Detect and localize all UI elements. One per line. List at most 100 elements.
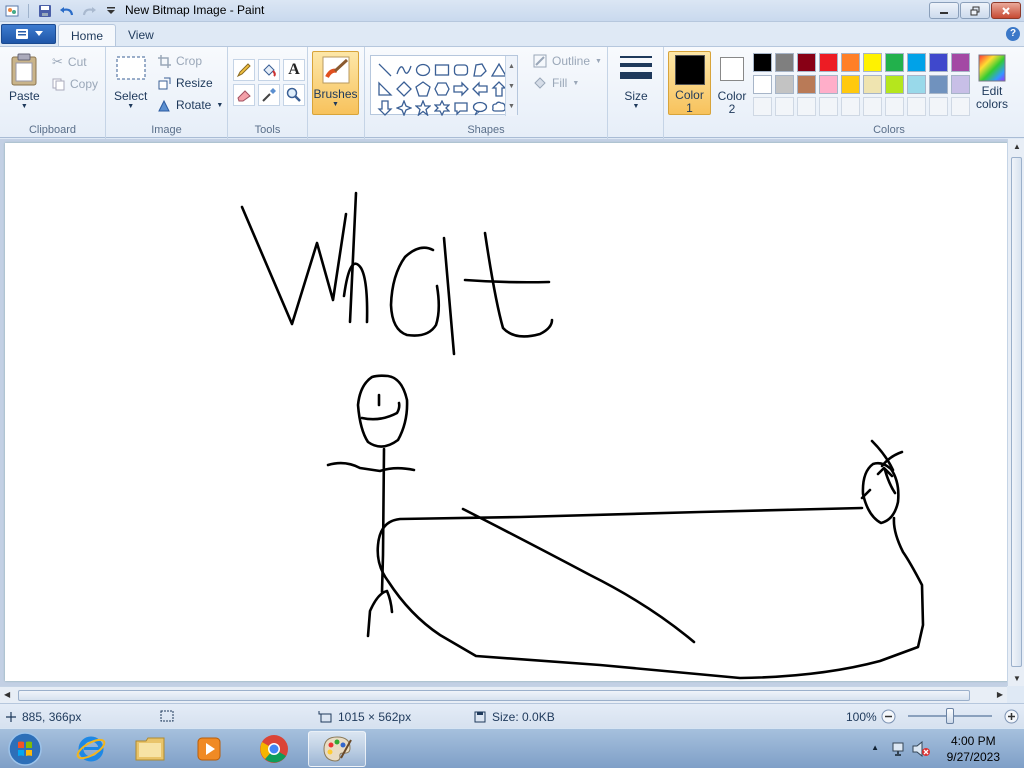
palette-swatch[interactable] bbox=[929, 53, 948, 72]
fill-bucket-icon[interactable] bbox=[258, 59, 280, 81]
rounded-callout-shape-icon[interactable] bbox=[451, 98, 470, 117]
cut-button[interactable]: ✂ Cut bbox=[52, 54, 87, 70]
palette-swatch[interactable] bbox=[753, 75, 772, 94]
show-hidden-icons[interactable]: ▲ bbox=[871, 743, 879, 752]
hexagon-shape-icon[interactable] bbox=[432, 79, 451, 98]
palette-swatch[interactable] bbox=[907, 53, 926, 72]
custom-color-slot[interactable] bbox=[863, 97, 882, 116]
vertical-scrollbar[interactable]: ▲ ▼ bbox=[1007, 139, 1024, 686]
close-button[interactable] bbox=[991, 2, 1021, 19]
resize-button[interactable]: Resize bbox=[158, 76, 213, 90]
undo-icon[interactable] bbox=[59, 3, 75, 19]
five-point-star-shape-icon[interactable] bbox=[413, 98, 432, 117]
zoom-in-button[interactable] bbox=[1004, 709, 1019, 724]
pentagon-shape-icon[interactable] bbox=[413, 79, 432, 98]
palette-swatch[interactable] bbox=[819, 75, 838, 94]
scroll-up-icon[interactable]: ▲ bbox=[1013, 142, 1021, 151]
network-icon[interactable] bbox=[892, 741, 908, 757]
minimize-button[interactable] bbox=[929, 2, 959, 19]
custom-color-slot[interactable] bbox=[797, 97, 816, 116]
taskbar-media-player[interactable] bbox=[182, 731, 236, 767]
diamond-shape-icon[interactable] bbox=[394, 79, 413, 98]
outline-button[interactable]: Outline ▼ bbox=[533, 54, 602, 68]
zoom-out-button[interactable] bbox=[881, 709, 896, 724]
size-button[interactable]: Size ▼ bbox=[618, 53, 654, 110]
custom-color-slot[interactable] bbox=[819, 97, 838, 116]
shapes-scroll[interactable]: ▲ ▼ ▼ bbox=[505, 56, 517, 116]
rounded-rectangle-shape-icon[interactable] bbox=[451, 60, 470, 79]
taskbar-file-explorer[interactable] bbox=[123, 731, 177, 767]
horizontal-scroll-thumb[interactable] bbox=[18, 690, 970, 701]
paint-app-icon[interactable] bbox=[4, 3, 20, 19]
paste-button[interactable]: Paste ▼ bbox=[9, 53, 40, 110]
custom-color-slot[interactable] bbox=[929, 97, 948, 116]
palette-swatch[interactable] bbox=[885, 75, 904, 94]
custom-color-slot[interactable] bbox=[775, 97, 794, 116]
help-icon[interactable]: ? bbox=[1006, 27, 1020, 41]
rotate-button[interactable]: Rotate ▼ bbox=[158, 98, 223, 112]
palette-swatch[interactable] bbox=[775, 75, 794, 94]
right-triangle-shape-icon[interactable] bbox=[375, 79, 394, 98]
start-button[interactable] bbox=[0, 731, 50, 767]
pencil-icon[interactable] bbox=[233, 59, 255, 81]
palette-swatch[interactable] bbox=[951, 53, 970, 72]
text-tool-icon[interactable]: A bbox=[283, 59, 305, 81]
custom-color-slot[interactable] bbox=[841, 97, 860, 116]
tab-home[interactable]: Home bbox=[58, 24, 117, 46]
color-picker-icon[interactable] bbox=[258, 84, 280, 106]
right-arrow-shape-icon[interactable] bbox=[451, 79, 470, 98]
clock[interactable]: 4:00 PM 9/27/2023 bbox=[947, 733, 1000, 765]
custom-color-slot[interactable] bbox=[951, 97, 970, 116]
rectangle-shape-icon[interactable] bbox=[432, 60, 451, 79]
curve-shape-icon[interactable] bbox=[394, 60, 413, 79]
vertical-scroll-thumb[interactable] bbox=[1011, 157, 1022, 667]
palette-swatch[interactable] bbox=[863, 75, 882, 94]
down-arrow-shape-icon[interactable] bbox=[375, 98, 394, 117]
palette-swatch[interactable] bbox=[951, 75, 970, 94]
taskbar-chrome[interactable] bbox=[247, 731, 301, 767]
four-point-star-shape-icon[interactable] bbox=[394, 98, 413, 117]
drawing-canvas[interactable] bbox=[5, 143, 1010, 681]
six-point-star-shape-icon[interactable] bbox=[432, 98, 451, 117]
palette-swatch[interactable] bbox=[907, 75, 926, 94]
custom-color-slot[interactable] bbox=[885, 97, 904, 116]
custom-color-slot[interactable] bbox=[907, 97, 926, 116]
palette-swatch[interactable] bbox=[797, 53, 816, 72]
customize-qat-icon[interactable] bbox=[103, 3, 119, 19]
crop-button[interactable]: Crop bbox=[158, 54, 202, 68]
eraser-icon[interactable] bbox=[233, 84, 255, 106]
palette-swatch[interactable] bbox=[753, 53, 772, 72]
palette-swatch[interactable] bbox=[841, 75, 860, 94]
taskbar-paint[interactable] bbox=[308, 731, 366, 767]
palette-swatch[interactable] bbox=[929, 75, 948, 94]
left-arrow-shape-icon[interactable] bbox=[470, 79, 489, 98]
palette-swatch[interactable] bbox=[885, 53, 904, 72]
file-menu-button[interactable] bbox=[1, 24, 56, 44]
palette-swatch[interactable] bbox=[775, 53, 794, 72]
horizontal-scrollbar[interactable]: ◀ ▶ bbox=[0, 686, 1007, 703]
scroll-left-icon[interactable]: ◀ bbox=[4, 690, 10, 699]
palette-swatch[interactable] bbox=[841, 53, 860, 72]
restore-button[interactable] bbox=[960, 2, 990, 19]
fill-button[interactable]: Fill ▼ bbox=[533, 76, 579, 90]
polygon-shape-icon[interactable] bbox=[470, 60, 489, 79]
edit-colors-button[interactable]: Edit colors bbox=[976, 53, 1008, 110]
palette-swatch[interactable] bbox=[819, 53, 838, 72]
magnifier-icon[interactable] bbox=[283, 84, 305, 106]
tab-view[interactable]: View bbox=[116, 24, 166, 46]
custom-color-slot[interactable] bbox=[753, 97, 772, 116]
scroll-right-icon[interactable]: ▶ bbox=[997, 690, 1003, 699]
volume-muted-icon[interactable] bbox=[912, 741, 930, 757]
line-shape-icon[interactable] bbox=[375, 60, 394, 79]
redo-icon[interactable] bbox=[81, 3, 97, 19]
palette-swatch[interactable] bbox=[797, 75, 816, 94]
brushes-button[interactable]: Brushes ▼ bbox=[312, 51, 359, 115]
select-button[interactable]: Select ▼ bbox=[114, 55, 147, 110]
palette-swatch[interactable] bbox=[863, 53, 882, 72]
copy-button[interactable]: Copy bbox=[52, 77, 98, 91]
taskbar-internet-explorer[interactable] bbox=[64, 731, 118, 767]
oval-shape-icon[interactable] bbox=[413, 60, 432, 79]
save-icon[interactable] bbox=[37, 3, 53, 19]
oval-callout-shape-icon[interactable] bbox=[470, 98, 489, 117]
zoom-slider-thumb[interactable] bbox=[946, 708, 954, 724]
